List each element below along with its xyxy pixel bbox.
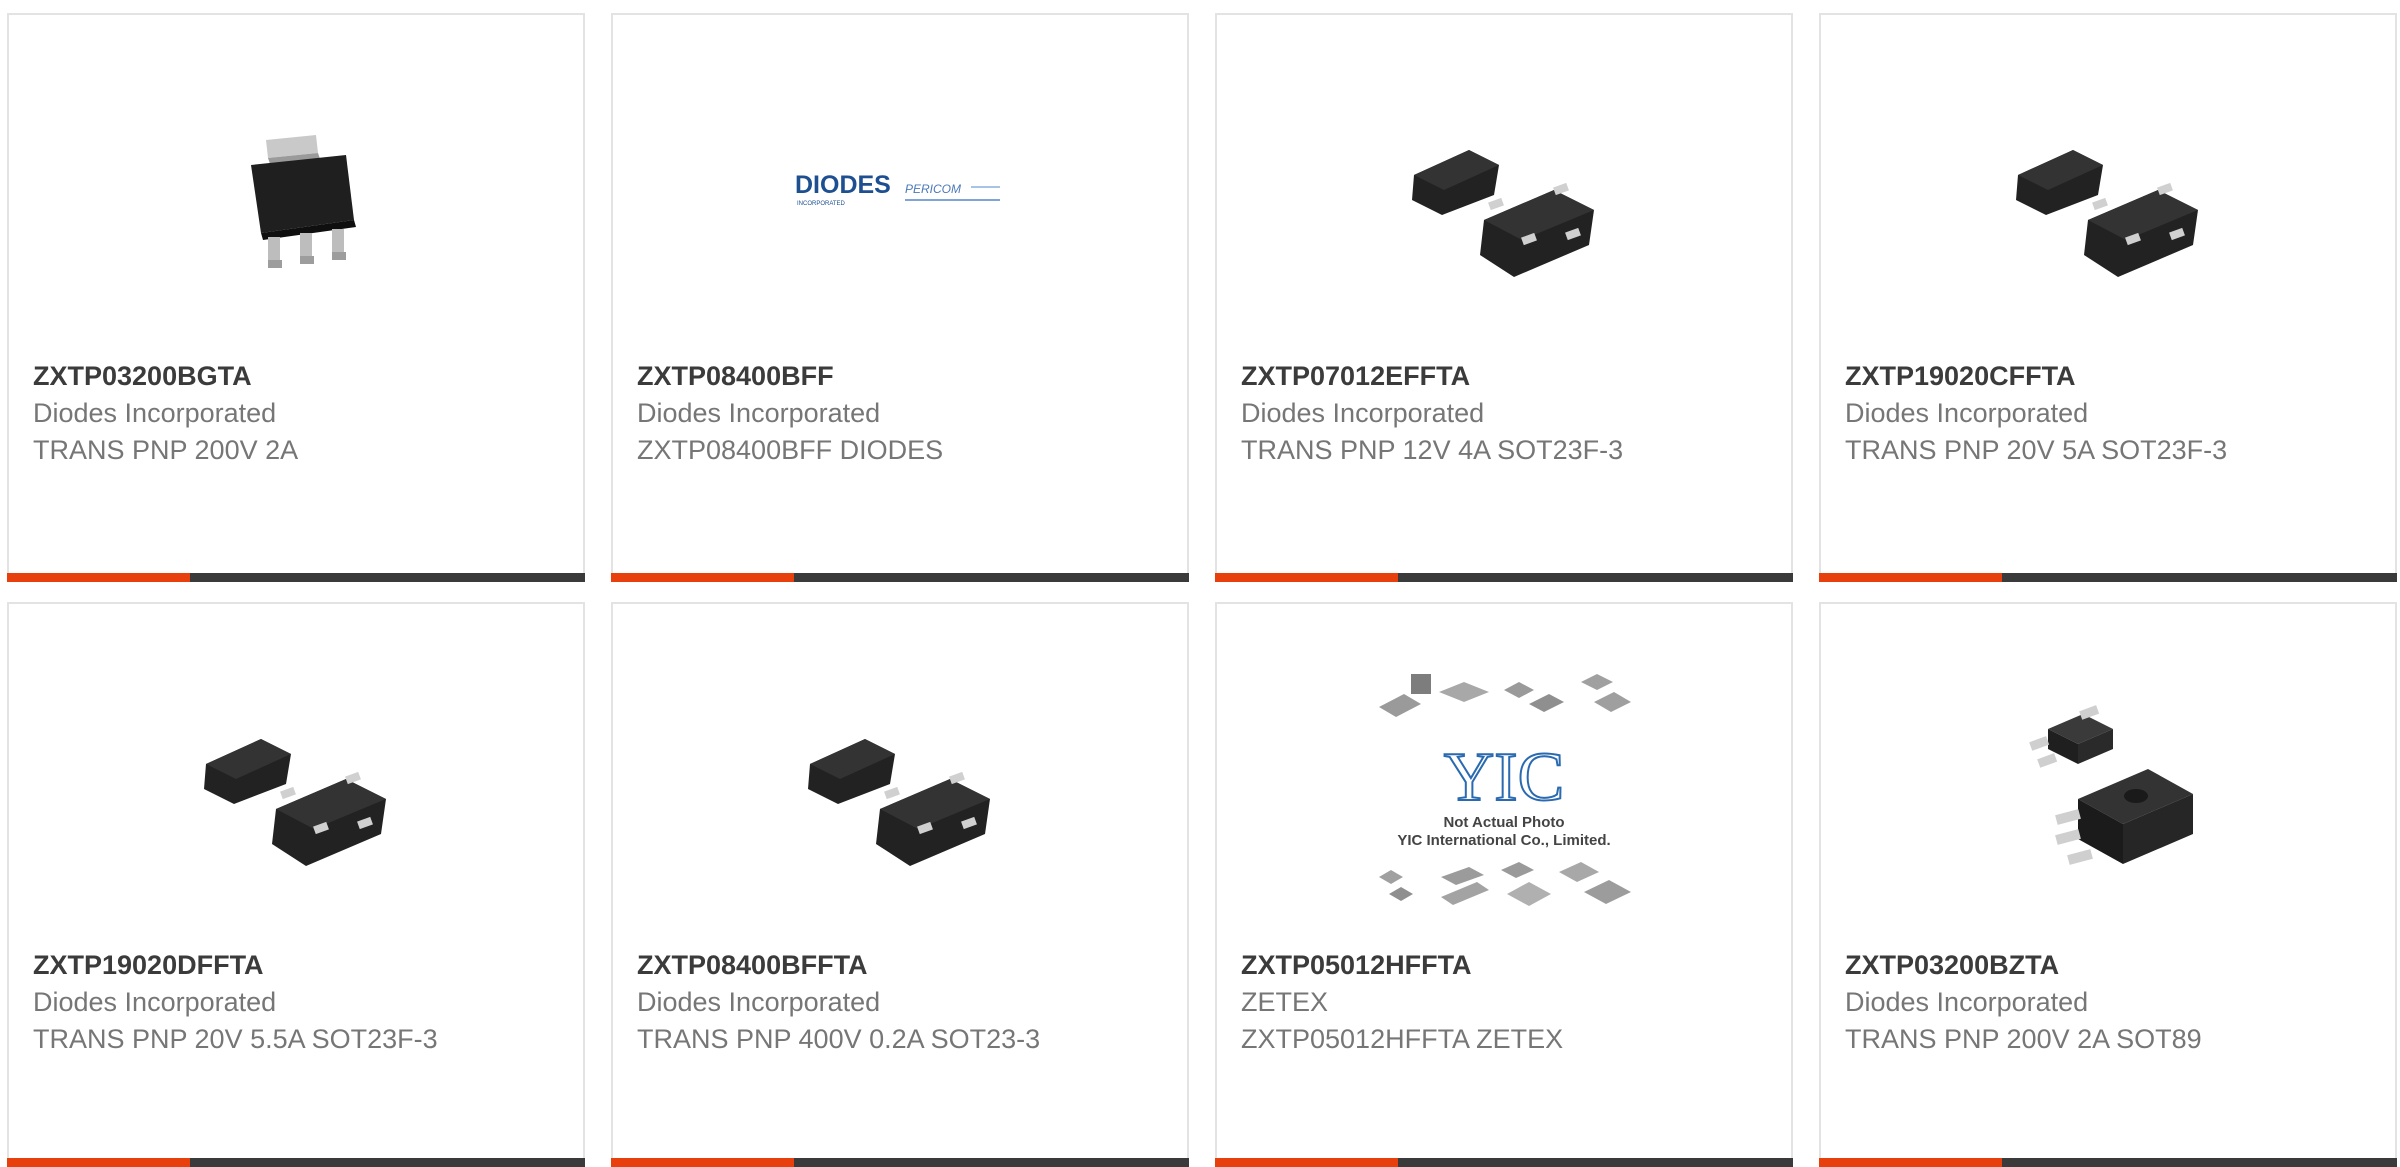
manufacturer: Diodes Incorporated xyxy=(1845,987,2089,1017)
product-image[interactable] xyxy=(613,674,1187,894)
card-footer-bar xyxy=(7,1158,585,1167)
sot223-package-icon xyxy=(196,95,396,295)
description: TRANS PNP 20V 5.5A SOT23F-3 xyxy=(33,1024,438,1054)
card-footer-bar xyxy=(1215,1158,1793,1167)
description: TRANS PNP 200V 2A SOT89 xyxy=(1845,1024,2202,1054)
svg-text:DIODES: DIODES xyxy=(795,171,891,199)
manufacturer: Diodes Incorporated xyxy=(33,987,277,1017)
svg-text:Not Actual Photo: Not Actual Photo xyxy=(1443,814,1564,831)
manufacturer: Diodes Incorporated xyxy=(637,987,881,1017)
manufacturer: ZETEX xyxy=(1241,987,1329,1017)
card-accent-bar xyxy=(7,573,190,582)
manufacturer: Diodes Incorporated xyxy=(33,398,277,428)
product-image[interactable]: YIC Not Actual Photo YIC International C… xyxy=(1217,674,1791,906)
card-accent-bar xyxy=(1215,573,1398,582)
not-actual-photo-placeholder: YIC Not Actual Photo YIC International C… xyxy=(1379,674,1631,906)
part-number[interactable]: ZXTP03200BGTA xyxy=(33,358,463,395)
part-number[interactable]: ZXTP03200BZTA xyxy=(1845,947,2275,984)
svg-text:YIC: YIC xyxy=(1444,739,1565,816)
description: TRANS PNP 20V 5A SOT23F-3 xyxy=(1845,435,2228,465)
card-accent-bar xyxy=(611,1158,794,1167)
product-card[interactable]: ZXTP19020CFFTA Diodes Incorporated TRANS… xyxy=(1819,13,2397,582)
product-image[interactable] xyxy=(1217,85,1791,305)
card-footer-bar xyxy=(1215,573,1793,582)
product-card[interactable]: YIC Not Actual Photo YIC International C… xyxy=(1215,602,1793,1167)
product-grid: ZXTP03200BGTA Diodes Incorporated TRANS … xyxy=(0,0,2400,1167)
card-accent-bar xyxy=(611,573,794,582)
card-footer-bar xyxy=(611,1158,1189,1167)
product-card[interactable]: ZXTP07012EFFTA Diodes Incorporated TRANS… xyxy=(1215,13,1793,582)
part-number[interactable]: ZXTP07012EFFTA xyxy=(1241,358,1671,395)
card-footer-bar xyxy=(1819,573,2397,582)
sot23-package-icon xyxy=(808,739,990,866)
description: TRANS PNP 200V 2A xyxy=(33,435,299,465)
manufacturer: Diodes Incorporated xyxy=(637,398,881,428)
part-number[interactable]: ZXTP19020DFFTA xyxy=(33,947,463,984)
product-card[interactable]: ZXTP08400BFFTA Diodes Incorporated TRANS… xyxy=(611,602,1189,1167)
part-number[interactable]: ZXTP19020CFFTA xyxy=(1845,358,2275,395)
product-image[interactable] xyxy=(9,674,583,894)
description: ZXTP08400BFF DIODES xyxy=(637,435,944,465)
card-accent-bar xyxy=(1819,573,2002,582)
manufacturer: Diodes Incorporated xyxy=(1845,398,2089,428)
card-accent-bar xyxy=(1215,1158,1398,1167)
part-number[interactable]: ZXTP08400BFFTA xyxy=(637,947,1067,984)
description: ZXTP05012HFFTA ZETEX xyxy=(1241,1024,1564,1054)
product-image[interactable] xyxy=(1821,674,2395,894)
product-card[interactable]: ZXTP03200BZTA Diodes Incorporated TRANS … xyxy=(1819,602,2397,1167)
diodes-pericom-logo: DIODES INCORPORATED PERICOM xyxy=(795,171,1000,207)
card-footer-bar xyxy=(611,573,1189,582)
svg-text:YIC International Co., Limited: YIC International Co., Limited. xyxy=(1397,832,1610,849)
product-image[interactable] xyxy=(1821,85,2395,305)
part-number[interactable]: ZXTP05012HFFTA xyxy=(1241,947,1671,984)
description: TRANS PNP 400V 0.2A SOT23-3 xyxy=(637,1024,1041,1054)
card-footer-bar xyxy=(1819,1158,2397,1167)
manufacturer: Diodes Incorporated xyxy=(1241,398,1485,428)
product-image[interactable] xyxy=(9,85,583,305)
product-card[interactable]: ZXTP19020DFFTA Diodes Incorporated TRANS… xyxy=(7,602,585,1167)
card-accent-bar xyxy=(1819,1158,2002,1167)
svg-text:PERICOM: PERICOM xyxy=(905,182,961,196)
product-image[interactable]: DIODES INCORPORATED PERICOM xyxy=(613,85,1187,305)
sot23-package-icon xyxy=(1412,150,1594,277)
card-footer-bar xyxy=(7,573,585,582)
card-accent-bar xyxy=(7,1158,190,1167)
sot89-package-icon xyxy=(2029,705,2193,865)
description: TRANS PNP 12V 4A SOT23F-3 xyxy=(1241,435,1624,465)
product-card[interactable]: DIODES INCORPORATED PERICOM ZXTP08400BFF… xyxy=(611,13,1189,582)
sot23-package-icon xyxy=(2016,150,2198,277)
part-number[interactable]: ZXTP08400BFF xyxy=(637,358,1067,395)
sot23-package-icon xyxy=(204,739,386,866)
svg-text:INCORPORATED: INCORPORATED xyxy=(797,201,846,207)
product-card[interactable]: ZXTP03200BGTA Diodes Incorporated TRANS … xyxy=(7,13,585,582)
